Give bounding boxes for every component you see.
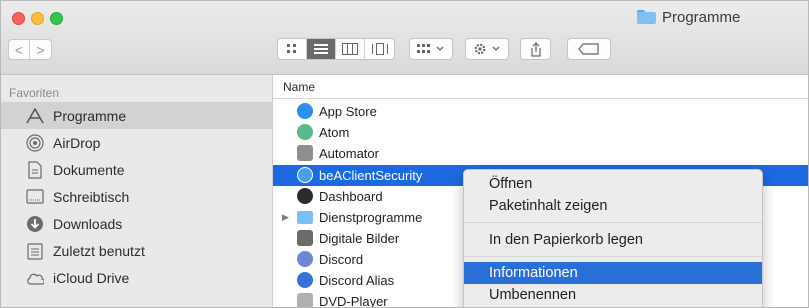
sidebar-item-label: AirDrop — [53, 134, 101, 151]
list-item-name: Dienstprogramme — [319, 210, 423, 225]
navigation-buttons: < > — [8, 39, 52, 60]
list-item-name: beAClientSecurity — [319, 168, 423, 183]
menu-item-label: Umbenennen — [489, 287, 577, 303]
tag-icon — [578, 43, 599, 55]
column-header-label: Name — [283, 80, 316, 94]
sidebar-item-label: Programme — [53, 107, 127, 124]
sidebar-item-label: Downloads — [53, 215, 123, 232]
atom-icon — [297, 124, 313, 140]
sidebar-item-schreibtisch[interactable]: Schreibtisch — [1, 183, 272, 210]
list-item-name: Digitale Bilder — [319, 231, 400, 246]
column-view-button[interactable] — [336, 39, 365, 59]
sidebar-item-label: Zuletzt benutzt — [53, 242, 145, 259]
sidebar-item-label: iCloud Drive — [53, 269, 130, 286]
menu-item-paketinhalt-zeigen[interactable]: Paketinhalt zeigen — [464, 195, 762, 217]
menu-item-label: Informationen — [489, 265, 578, 281]
list-item-name: Automator — [319, 146, 379, 161]
list-item-name: App Store — [319, 104, 377, 119]
menu-item-papierkorb[interactable]: In den Papierkorb legen — [464, 229, 762, 251]
list-item[interactable]: App Store — [273, 101, 808, 122]
list-item-name: Dashboard — [319, 189, 383, 204]
gear-icon — [474, 43, 500, 55]
back-button[interactable]: < — [8, 39, 30, 60]
sidebar-item-downloads[interactable]: Downloads — [1, 210, 272, 237]
sidebar: Favoriten Programme AirDrop Dokumente Sc… — [1, 75, 273, 307]
share-button[interactable] — [520, 38, 551, 60]
desktop-icon — [26, 188, 44, 206]
list-view-button[interactable] — [307, 39, 336, 59]
discord-icon — [297, 251, 313, 267]
icon-view-button[interactable] — [278, 39, 307, 59]
list-item-name: Atom — [319, 125, 350, 140]
sidebar-item-icloud-drive[interactable]: iCloud Drive — [1, 264, 272, 291]
sidebar-item-airdrop[interactable]: AirDrop — [1, 129, 272, 156]
column-view-icon — [342, 43, 358, 55]
list-item-name: Discord — [319, 252, 364, 267]
app-store-icon — [297, 103, 313, 119]
automator-icon — [297, 145, 313, 161]
menu-item-umbenennen[interactable]: Umbenennen — [464, 284, 762, 306]
gallery-view-icon — [371, 43, 388, 55]
toolbar: Programme < > — [1, 1, 808, 75]
close-button[interactable] — [12, 12, 25, 25]
finder-window: Programme < > Favoriten Programme AirDro… — [0, 0, 809, 308]
list-item[interactable]: Atom — [273, 122, 808, 143]
icon-view-icon — [287, 44, 296, 53]
discord-alias-icon — [297, 272, 313, 288]
recents-icon — [26, 242, 44, 260]
sidebar-item-zuletzt-benutzt[interactable]: Zuletzt benutzt — [1, 237, 272, 264]
dashboard-icon — [297, 188, 313, 204]
view-mode-segment — [277, 38, 395, 60]
icloud-icon — [26, 269, 44, 287]
airdrop-icon — [26, 133, 44, 152]
menu-item-informationen[interactable]: Informationen — [464, 262, 762, 284]
menu-item-label: In den Papierkorb legen — [489, 232, 643, 248]
tags-button[interactable] — [567, 38, 611, 60]
column-header-name[interactable]: Name — [273, 75, 808, 99]
applications-icon — [26, 107, 44, 125]
dvd-player-icon — [297, 293, 313, 307]
sidebar-section-favorites: Favoriten — [9, 86, 60, 100]
context-menu: Öffnen Paketinhalt zeigen In den Papierk… — [463, 169, 763, 307]
menu-item-label: Öffnen — [489, 176, 533, 192]
menu-separator — [464, 256, 762, 257]
window-title-text: Programme — [662, 8, 741, 26]
forward-icon: > — [36, 41, 45, 58]
group-icon — [417, 44, 444, 53]
menu-separator — [464, 222, 762, 223]
share-icon — [530, 41, 541, 57]
back-icon: < — [14, 41, 24, 58]
sidebar-item-dokumente[interactable]: Dokumente — [1, 156, 272, 183]
forward-button[interactable]: > — [30, 39, 52, 60]
list-view-icon — [314, 44, 328, 54]
beaclientsecurity-icon — [297, 167, 313, 183]
zoom-button[interactable] — [50, 12, 63, 25]
minimize-button[interactable] — [31, 12, 44, 25]
folder-icon — [297, 211, 313, 224]
digitale-bilder-icon — [297, 230, 313, 246]
list-item[interactable]: Automator — [273, 143, 808, 164]
action-button[interactable] — [465, 38, 509, 60]
menu-item-oeffnen[interactable]: Öffnen — [464, 173, 762, 195]
sidebar-item-programme[interactable]: Programme — [1, 102, 272, 129]
list-item-name: DVD-Player — [319, 294, 388, 308]
sidebar-item-label: Schreibtisch — [53, 188, 130, 205]
group-button[interactable] — [409, 38, 453, 60]
menu-item-label: Paketinhalt zeigen — [489, 198, 608, 214]
list-item-name: Discord Alias — [319, 273, 395, 288]
downloads-icon — [26, 215, 44, 233]
gallery-view-button[interactable] — [365, 39, 394, 59]
documents-icon — [26, 160, 44, 179]
sidebar-item-label: Dokumente — [53, 161, 125, 178]
window-title: Programme — [637, 7, 740, 27]
folder-icon — [637, 10, 656, 24]
disclosure-triangle-icon[interactable]: ▶ — [282, 212, 289, 223]
